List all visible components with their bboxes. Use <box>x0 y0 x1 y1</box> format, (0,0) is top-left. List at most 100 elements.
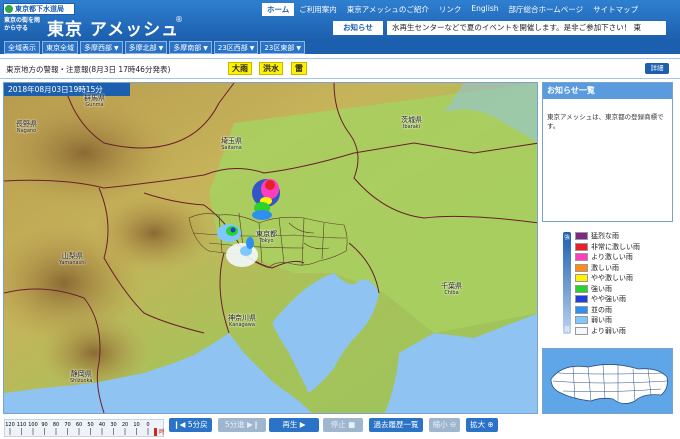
legend-label: より激しい雨 <box>591 253 633 261</box>
play-button[interactable]: 再生 ▶ <box>269 418 319 432</box>
map-label-kanagawa: 神奈川県 Kanagawa <box>228 314 256 329</box>
warning-title: 東京地方の警報・注意報(8月3日 17時46分発表) <box>6 65 171 74</box>
zoom-in-icon: ⊕ <box>485 420 494 429</box>
site-header: 東京都下水道局 東京の街を雨から守る 東京 アメッシュ ® ホーム ご利用案内 東京… <box>0 0 680 40</box>
legend-item: やや強い雨 <box>575 294 626 304</box>
legend-label: 弱い雨 <box>591 316 612 324</box>
ruler-tick-label: 10 <box>133 422 139 428</box>
ruler-tick-label: 90 <box>41 422 47 428</box>
area-tab-4[interactable]: 多摩南部 ▼ <box>169 41 212 54</box>
ruler-tick-label: 0 <box>146 422 149 428</box>
legend-item: 並の雨 <box>575 305 612 315</box>
bureau-emblem-icon <box>5 5 13 13</box>
map-label-shizuoka: 静岡県 Shizuoka <box>70 370 93 385</box>
legend-item: 強い雨 <box>575 284 612 294</box>
area-tab-6[interactable]: 23区東部 ▼ <box>260 41 305 54</box>
legend-swatch <box>575 316 588 324</box>
area-tabs: 全域表示 東京全域 多摩西部 ▼ 多摩北部 ▼ 多摩南部 ▼ 23区西部 ▼ 23区東部 ▼ <box>0 40 680 54</box>
registered-mark: ® <box>175 15 183 24</box>
site-logo[interactable]: 東京 アメッシュ <box>47 15 179 40</box>
intensity-scale: 強 弱 <box>563 232 571 334</box>
area-tab-3[interactable]: 多摩北部 ▼ <box>124 41 168 54</box>
nav-item-0[interactable]: ホーム <box>262 3 295 16</box>
area-tab-label: 多摩北部 <box>128 44 157 52</box>
ruler-tick-label: 30 <box>110 422 116 428</box>
map-label-ibaraki: 茨城県 Ibaraki <box>401 116 422 131</box>
scale-strong-label: 強 <box>564 235 570 241</box>
zoom-out-button[interactable]: 縮小 ⊖ <box>429 418 460 432</box>
warning-detail-button[interactable]: 詳細 <box>645 63 669 74</box>
top-navigation: ホーム ご利用案内 東京アメッシュのご紹介 リンク English 部庁総合ホームページサ… <box>262 3 643 16</box>
map-label-nagano: 長野県 Nagano <box>16 120 37 135</box>
news-title[interactable]: お知らせ一覧 <box>543 83 672 99</box>
ruler-tick-label: 70 <box>64 422 70 428</box>
nav-item-3[interactable]: リンク <box>434 3 467 16</box>
legend-label: 強い雨 <box>591 284 612 293</box>
legend-label: やや強い雨 <box>591 295 626 303</box>
legend-item: より激しい雨 <box>575 252 633 262</box>
legend-item: 激しい雨 <box>575 263 619 273</box>
news-panel: お知らせ一覧 東京アメッシュは、東京都の登録商標です。 <box>542 82 673 222</box>
ruler-tick-label: 80 <box>53 422 59 428</box>
ruler-tick-label: 110 <box>17 422 27 428</box>
observation-timestamp: 2018年08月03日19時15分 <box>4 83 130 96</box>
chevron-down-icon: ▼ <box>203 45 208 52</box>
area-tab-5[interactable]: 23区西部 ▼ <box>213 41 259 54</box>
legend-swatch <box>575 242 588 251</box>
area-tab-2[interactable]: 多摩西部 ▼ <box>80 41 123 54</box>
rain-map[interactable]: 2018年08月03日19時15分 群馬県 Gunma 長野県 Nagano 埼玉県… <box>3 82 538 414</box>
area-tab-0[interactable]: 全域表示 <box>4 41 40 54</box>
ruler-tick-label: 120 <box>5 422 15 428</box>
map-canvas <box>4 83 537 413</box>
map-label-gunma: 群馬県 Gunma <box>84 94 105 109</box>
map-label-tokyo: 東京都 Tokyo <box>256 230 277 245</box>
nav-item-2[interactable]: 東京アメッシュのご紹介 <box>342 3 434 16</box>
chevron-down-icon: ▼ <box>158 45 164 52</box>
area-tab-label: 23区東部 <box>264 44 295 52</box>
chevron-down-icon: ▼ <box>296 45 301 52</box>
ruler-tick-label: 60 <box>76 422 82 428</box>
news-body: 東京アメッシュは、東京都の登録商標です。 <box>547 113 664 130</box>
nav-item-5[interactable]: 部庁総合ホームページ <box>504 3 589 16</box>
history-list-button[interactable]: 過去履歴一覧 <box>369 418 423 432</box>
current-time-marker[interactable] <box>154 428 157 436</box>
legend-label: より弱い雨 <box>591 326 626 335</box>
nav-item-6[interactable]: サイトマップ <box>588 3 643 16</box>
map-label-saitama: 埼玉県 Saitama <box>221 137 242 152</box>
site-tagline: 東京の街を雨から守る <box>4 17 41 32</box>
warning-bar: 東京地方の警報・注意報(8月3日 17時46分発表) 大雨 洪水 雷 詳細 <box>0 58 680 79</box>
legend-label: 激しい雨 <box>591 263 619 272</box>
legend-swatch <box>575 305 588 314</box>
legend-item: 猛烈な雨 <box>575 231 619 241</box>
time-ruler[interactable]: 120 110 100 90 80 70 60 50 40 30 20 10 0時 <box>4 419 164 437</box>
legend-item: より弱い雨 <box>575 326 626 336</box>
legend-swatch <box>575 253 588 261</box>
legend-swatch <box>575 263 588 272</box>
back-5min-button[interactable]: ❙◀ 5分戻 <box>169 418 212 432</box>
back-icon: ❙◀ <box>173 420 188 429</box>
legend-label: 非常に激しい雨 <box>591 242 640 251</box>
bureau-name: 東京都下水道局 <box>15 5 64 13</box>
map-label-yamanashi: 山梨県 Yamanashi <box>59 252 86 267</box>
ruler-tick-label: 50 <box>87 422 93 428</box>
legend-item: やや激しい雨 <box>575 273 633 283</box>
notice-ticker[interactable]: 水再生センターなどで夏のイベントを開催します。是非ご参加下さい！ 東 <box>387 21 666 35</box>
overview-minimap[interactable] <box>542 348 673 414</box>
chevron-down-icon: ▼ <box>249 45 255 52</box>
forward-icon: ▶❙ <box>244 420 260 429</box>
forward-5min-button[interactable]: 5分進 ▶❙ <box>218 418 266 432</box>
nav-item-4[interactable]: English <box>466 3 503 16</box>
zoom-in-button[interactable]: 拡大 ⊕ <box>466 418 498 432</box>
nav-item-1[interactable]: ご利用案内 <box>294 3 342 16</box>
legend-item: 弱い雨 <box>575 315 612 325</box>
ruler-tick-label: 20 <box>122 422 128 428</box>
area-tab-label: 23区西部 <box>217 44 248 52</box>
stop-button[interactable]: 停止 ■ <box>323 418 363 432</box>
notice-label: お知らせ <box>333 21 383 35</box>
area-tab-1[interactable]: 東京全域 <box>42 41 78 54</box>
area-tab-label: 全域表示 <box>8 44 36 52</box>
legend-item: 非常に激しい雨 <box>575 242 640 252</box>
bureau-logo-link[interactable]: 東京都下水道局 <box>3 3 75 15</box>
play-icon: ▶ <box>297 420 306 429</box>
warning-badge-flood: 洪水 <box>259 62 283 75</box>
